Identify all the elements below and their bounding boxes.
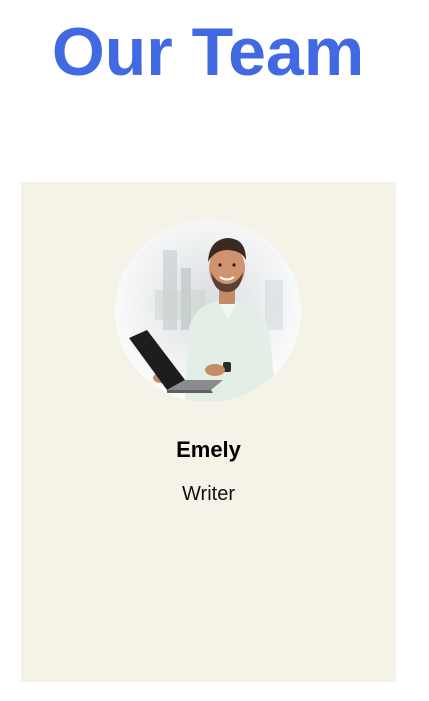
member-avatar	[115, 220, 301, 402]
page-title: Our Team	[51, 14, 365, 90]
member-name: Emely	[176, 437, 241, 462]
member-role: Writer	[182, 483, 235, 505]
team-member-card: Emely Writer	[21, 182, 396, 682]
man-with-laptop-photo	[115, 220, 301, 402]
